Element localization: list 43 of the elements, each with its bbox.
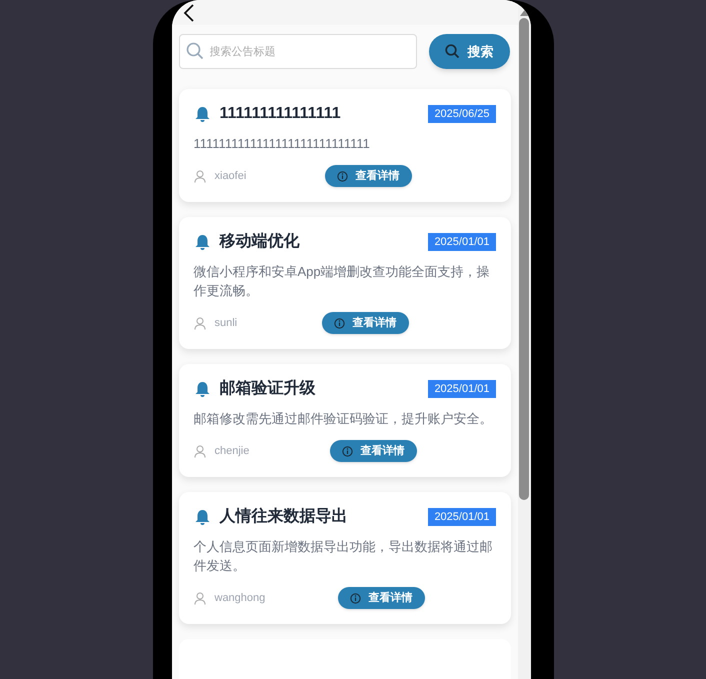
scrollbar-thumb[interactable] [519,18,529,500]
notice-title: 移动端优化 [220,232,300,252]
author-name: xiaofei [214,168,248,184]
date-badge: 2025/01/01 [428,508,496,526]
author-name: chenjie [214,444,250,459]
back-icon[interactable] [182,2,196,22]
author-name: wanghong [214,590,266,606]
search-icon [186,42,204,60]
notice-body: 邮箱修改需先通过邮件验证码验证，提升账户安全。 [194,410,494,428]
date-badge: 2025/01/01 [428,380,496,398]
date-badge: 2025/01/01 [428,232,496,252]
notice-title: 人情往来数据导出 [220,506,348,527]
notice-card[interactable]: 人情往来数据导出 2025/01/01 个人信息页面新增数据导出功能，导出数据将通过邮件发送。 wanghong 查看详情 [178,492,510,624]
notice-body: 个人信息页面新增数据导出功能，导出数据将通过邮件发送。 [194,538,494,575]
notice-title: 邮箱验证升级 [220,378,316,399]
scroll-up-icon[interactable] [518,8,530,16]
info-icon [336,170,348,182]
view-details-button[interactable]: 查看详情 [338,587,424,609]
user-icon [194,444,206,458]
search-button[interactable]: 搜索 [428,34,510,69]
view-details-button[interactable]: 查看详情 [324,165,412,187]
author-name: sunli [214,316,238,331]
date-badge: 2025/06/25 [428,104,496,124]
notice-card[interactable]: 111111111111111 2025/06/25 1111111111111111111111111111 xiaofei 查看详情 [178,89,510,202]
bell-icon [194,380,210,398]
view-details-button[interactable]: 查看详情 [322,312,408,334]
notice-card[interactable]: 移动端优化 2025/01/01 微信小程序和安卓App端增删改查功能全面支持，操作更流畅。 sunli 查看详情 [178,217,510,349]
bell-icon [194,234,210,250]
notice-card[interactable]: 邮箱验证升级 2025/01/01 邮箱修改需先通过邮件验证码验证，提升账户安全。 chenjie 查看详情 [178,364,510,477]
user-icon [194,316,206,330]
user-icon [194,592,206,604]
info-icon [342,446,352,456]
user-icon [194,170,206,182]
notice-body: 1111111111111111111111111111 [194,135,371,153]
bell-icon [194,106,210,122]
info-icon [334,318,344,328]
view-details-button[interactable]: 查看详情 [330,440,416,462]
notice-title: 111111111111111 [220,104,341,124]
search-icon [444,44,460,59]
search-field[interactable]: 搜索公告标题 [178,34,416,69]
info-icon [350,592,360,604]
bell-icon [194,508,210,526]
notice-body: 微信小程序和安卓App端增删改查功能全面支持，操作更流畅。 [194,263,491,300]
